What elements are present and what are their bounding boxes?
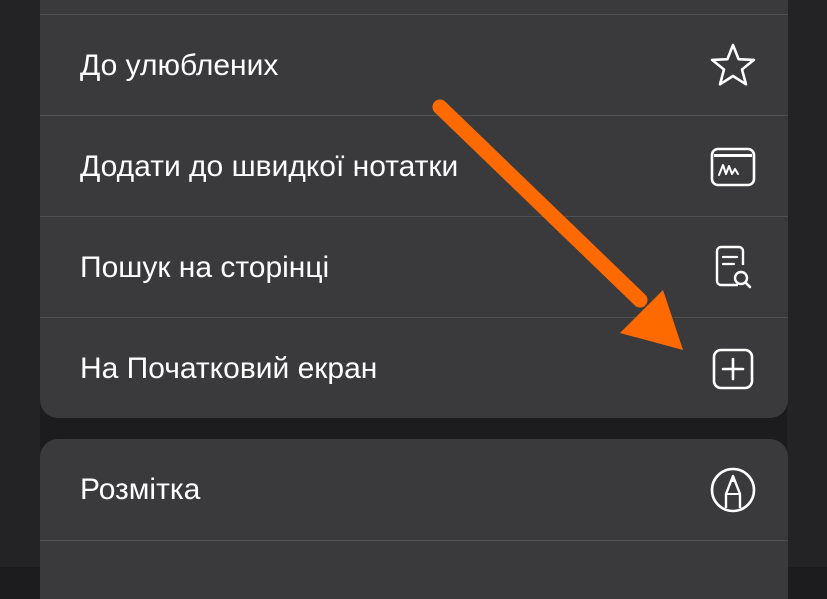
menu-item-label: Додати до швидкої нотатки bbox=[80, 149, 459, 183]
divider bbox=[40, 540, 788, 541]
star-icon bbox=[708, 41, 758, 91]
menu-item-markup[interactable]: Розмітка bbox=[40, 439, 788, 540]
right-backdrop bbox=[787, 0, 827, 567]
menu-item-add-to-home-screen[interactable]: На Початковий екран bbox=[40, 318, 788, 419]
quick-note-icon bbox=[708, 142, 758, 192]
markup-actions-group: Розмітка bbox=[40, 439, 788, 599]
menu-item-add-to-quick-note[interactable]: Додати до швидкої нотатки bbox=[40, 116, 788, 217]
find-on-page-icon bbox=[708, 243, 758, 293]
menu-item-label: Розмітка bbox=[80, 472, 201, 506]
share-actions-group: До улюблених Додати до швидкої нотатки П… bbox=[40, 0, 788, 418]
markup-icon bbox=[708, 465, 758, 515]
menu-item-label: На Початковий екран bbox=[80, 351, 378, 385]
menu-item-find-on-page[interactable]: Пошук на сторінці bbox=[40, 217, 788, 318]
menu-item-add-to-favorites[interactable]: До улюблених bbox=[40, 15, 788, 116]
left-backdrop bbox=[0, 0, 40, 567]
menu-item-label: Пошук на сторінці bbox=[80, 250, 330, 284]
menu-item-label: До улюблених bbox=[80, 48, 279, 82]
add-to-home-screen-icon bbox=[708, 344, 758, 394]
